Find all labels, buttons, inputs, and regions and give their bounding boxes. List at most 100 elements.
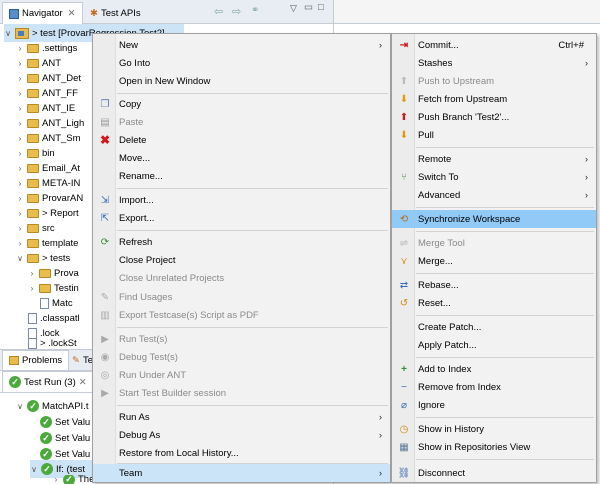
menu-item-remote[interactable]: Remote › (392, 150, 596, 168)
link-icon[interactable]: ⚭ (251, 5, 259, 16)
menu-item-close-unrelated[interactable]: Close Unrelated Projects (93, 269, 390, 287)
menu-item-fetch-upstream[interactable]: ⬇ Fetch from Upstream (392, 90, 596, 108)
menu-item-label: Merge Tool (418, 237, 465, 249)
menu-item-debug-tests[interactable]: ◉ Debug Test(s) (93, 348, 390, 366)
menu-item-go-into[interactable]: Go Into (93, 54, 390, 72)
menu-item-reset[interactable]: ↺ Reset... (392, 294, 596, 312)
folder-icon (27, 223, 39, 233)
chevron-down-icon[interactable]: ∨ (16, 254, 24, 263)
pull-icon: ⬇ (399, 129, 409, 141)
menu-item-test-builder[interactable]: ▶ Start Test Builder session (93, 384, 390, 402)
add-index-icon: + (401, 363, 407, 375)
menu-item-merge[interactable]: ⋎ Merge... (392, 252, 596, 270)
menu-item-pull[interactable]: ⬇ Pull (392, 126, 596, 144)
tree-item[interactable]: > .lockSt (28, 337, 77, 349)
menu-item-import[interactable]: ⇲ Import... (93, 191, 390, 209)
menu-item-delete[interactable]: ✖ Delete (93, 131, 390, 149)
menu-item-refresh[interactable]: ⟳ Refresh (93, 233, 390, 251)
context-menu: New › Go Into Open in New Window ❐ Copy ▤ P… (92, 33, 391, 483)
forward-icon[interactable]: ⇨ (232, 5, 241, 18)
chevron-down-icon[interactable]: ∨ (16, 402, 24, 411)
menu-item-label: Export Testcase(s) Script as PDF (119, 309, 259, 321)
chevron-right-icon[interactable]: › (16, 89, 24, 98)
menu-item-label: Commit... (418, 39, 459, 51)
menu-item-open-new-window[interactable]: Open in New Window (93, 72, 390, 90)
chevron-right-icon[interactable]: › (16, 179, 24, 188)
menu-item-run-as[interactable]: Run As › (93, 408, 390, 426)
chevron-right-icon[interactable]: › (16, 59, 24, 68)
menu-item-run-under-ant[interactable]: ◎ Run Under ANT (93, 366, 390, 384)
menu-item-switch-to[interactable]: ⑂ Switch To › (392, 168, 596, 186)
chevron-right-icon[interactable]: › (28, 284, 36, 293)
minimize-icon[interactable]: ▭ (304, 2, 313, 13)
menu-item-commit[interactable]: ⇥ Commit... Ctrl+# (392, 36, 596, 54)
chevron-right-icon[interactable]: › (16, 194, 24, 203)
chevron-right-icon[interactable]: › (16, 224, 24, 233)
chevron-right-icon[interactable]: › (16, 209, 24, 218)
menu-item-debug-as[interactable]: Debug As › (93, 426, 390, 444)
tree-item-label: ANT (42, 57, 61, 69)
maximize-icon[interactable]: □ (318, 2, 324, 13)
menu-item-close-project[interactable]: Close Project (93, 251, 390, 269)
menu-item-create-patch[interactable]: Create Patch... (392, 318, 596, 336)
te-icon: ✎ (72, 354, 80, 366)
close-icon[interactable]: ✕ (79, 377, 87, 388)
chevron-right-icon[interactable]: › (16, 74, 24, 83)
menu-item-label: Remove from Index (418, 381, 501, 393)
chevron-right-icon[interactable]: › (28, 269, 36, 278)
back-icon[interactable]: ⇦ (214, 5, 223, 18)
menu-item-stashes[interactable]: Stashes › (392, 54, 596, 72)
test-run-item-label: If: (test (56, 463, 86, 475)
tab-test-run[interactable]: ✓ Test Run (3) ✕ (2, 371, 94, 392)
chevron-right-icon[interactable]: › (16, 119, 24, 128)
menu-item-disconnect[interactable]: ⛓ Disconnect (392, 464, 596, 482)
menu-item-move[interactable]: Move... (93, 149, 390, 167)
menu-item-copy[interactable]: ❐ Copy (93, 95, 390, 113)
chevron-right-icon[interactable]: › (52, 475, 60, 484)
folder-icon (39, 283, 51, 293)
chevron-right-icon[interactable]: › (16, 134, 24, 143)
menu-item-advanced[interactable]: Advanced › (392, 186, 596, 204)
menu-item-merge-tool[interactable]: ⇌ Merge Tool (392, 234, 596, 252)
menu-item-team[interactable]: Team › (93, 464, 390, 482)
tab-problems[interactable]: Problems (2, 350, 70, 370)
chevron-right-icon[interactable]: › (16, 164, 24, 173)
chevron-right-icon[interactable]: › (16, 44, 24, 53)
menu-item-export[interactable]: ⇱ Export... (93, 209, 390, 227)
tab-test-apis[interactable]: ✱ Test APIs (84, 2, 147, 24)
view-menu-icon[interactable]: ▽ (290, 3, 297, 14)
remove-index-icon: − (401, 381, 407, 393)
chevron-right-icon[interactable]: › (16, 239, 24, 248)
menu-item-new[interactable]: New › (93, 36, 390, 54)
chevron-right-icon[interactable]: › (16, 104, 24, 113)
menu-item-push-upstream[interactable]: ⬆ Push to Upstream (392, 72, 596, 90)
menu-item-add-index[interactable]: + Add to Index (392, 360, 596, 378)
menu-item-rebase[interactable]: ⇄ Rebase... (392, 276, 596, 294)
menu-item-remove-index[interactable]: − Remove from Index (392, 378, 596, 396)
menu-item-show-history[interactable]: ◷ Show in History (392, 420, 596, 438)
tree-item-label: Email_At (42, 162, 81, 174)
menu-item-push-branch[interactable]: ⬆ Push Branch 'Test2'... (392, 108, 596, 126)
tab-problems-label: Problems (22, 355, 63, 366)
chevron-down-icon[interactable]: ∨ (4, 29, 12, 38)
menu-item-paste[interactable]: ▤ Paste (93, 113, 390, 131)
menu-item-label: Merge... (418, 255, 453, 267)
menu-item-find-usages[interactable]: ✎ Find Usages (93, 288, 390, 306)
menu-item-apply-patch[interactable]: Apply Patch... (392, 336, 596, 354)
menu-item-rename[interactable]: Rename... (93, 167, 390, 185)
menu-item-shortcut: Ctrl+# (558, 39, 584, 51)
menu-item-ignore[interactable]: ⌀ Ignore (392, 396, 596, 414)
chevron-right-icon[interactable]: › (16, 149, 24, 158)
menu-item-show-repositories[interactable]: ▦ Show in Repositories View (392, 438, 596, 456)
menu-item-export-pdf[interactable]: ▥ Export Testcase(s) Script as PDF (93, 306, 390, 324)
menu-item-synchronize[interactable]: ⟲ Synchronize Workspace (392, 210, 596, 228)
chevron-down-icon[interactable]: ∨ (30, 465, 38, 474)
test-run-item[interactable]: › ✓ The (52, 475, 94, 484)
menu-item-label: Close Unrelated Projects (119, 272, 225, 284)
menu-item-label: Stashes (418, 57, 453, 69)
menu-item-run-tests[interactable]: ▶ Run Test(s) (93, 330, 390, 348)
menu-item-restore-history[interactable]: Restore from Local History... (93, 444, 390, 462)
tab-navigator[interactable]: Navigator ✕ (2, 2, 83, 24)
tab-navigator-label: Navigator (22, 8, 63, 19)
close-icon[interactable]: ✕ (68, 8, 76, 19)
